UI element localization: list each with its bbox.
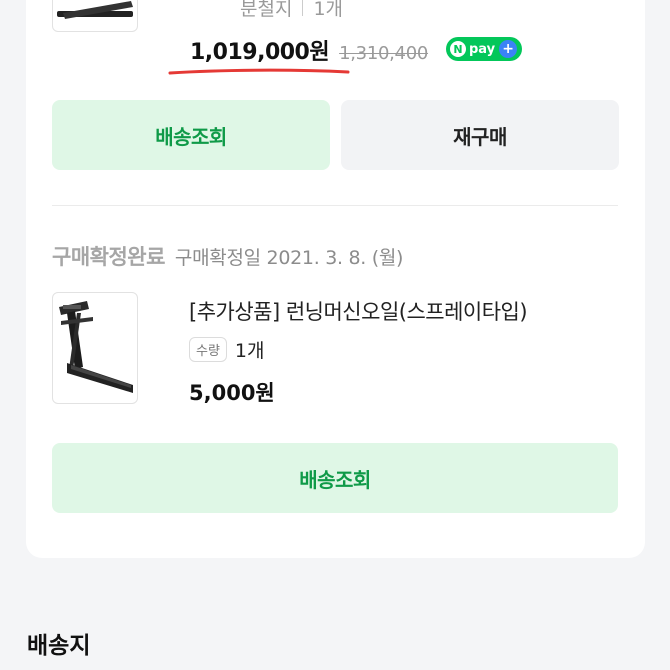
confirm-date: 구매확정일 2021. 3. 8. (월) xyxy=(174,247,404,269)
shipping-section-title: 배송지 xyxy=(27,633,91,659)
option-label: 분철지 xyxy=(240,0,293,20)
quantity-row: 수량 1개 xyxy=(189,336,265,363)
product-name[interactable]: [추가상품] 런닝머신오일(스프레이타입) xyxy=(189,296,528,326)
divider xyxy=(52,205,618,206)
quantity: 1개 xyxy=(313,0,344,20)
price: 5,000원 xyxy=(189,381,275,405)
npay-label: pay xyxy=(469,41,496,57)
order-status-row: 구매확정완료 구매확정일 2021. 3. 8. (월) xyxy=(52,241,403,271)
delivery-tracking-button[interactable]: 배송조회 xyxy=(52,443,618,513)
option-line: 분철지 1개 xyxy=(240,0,343,21)
price-row: 1,019,000원 1,310,400 xyxy=(190,34,428,66)
npay-badge: Npay + xyxy=(446,37,522,61)
reorder-button[interactable]: 재구매 xyxy=(341,100,619,170)
quantity: 1개 xyxy=(234,340,265,362)
delivery-tracking-button[interactable]: 배송조회 xyxy=(52,100,330,170)
npay-n-icon: N xyxy=(450,41,466,57)
quantity-badge: 수량 xyxy=(189,337,227,362)
treadmill-icon xyxy=(57,1,133,19)
product-image-treadmill[interactable] xyxy=(52,0,138,32)
red-underline-annotation xyxy=(168,68,350,75)
treadmill-icon xyxy=(59,301,133,393)
plus-icon: + xyxy=(499,40,518,58)
order-status: 구매확정완료 xyxy=(52,245,165,269)
original-price: 1,310,400 xyxy=(339,43,429,64)
product-image-treadmill[interactable] xyxy=(52,292,138,404)
price: 1,019,000원 xyxy=(190,40,330,65)
divider xyxy=(302,0,304,16)
